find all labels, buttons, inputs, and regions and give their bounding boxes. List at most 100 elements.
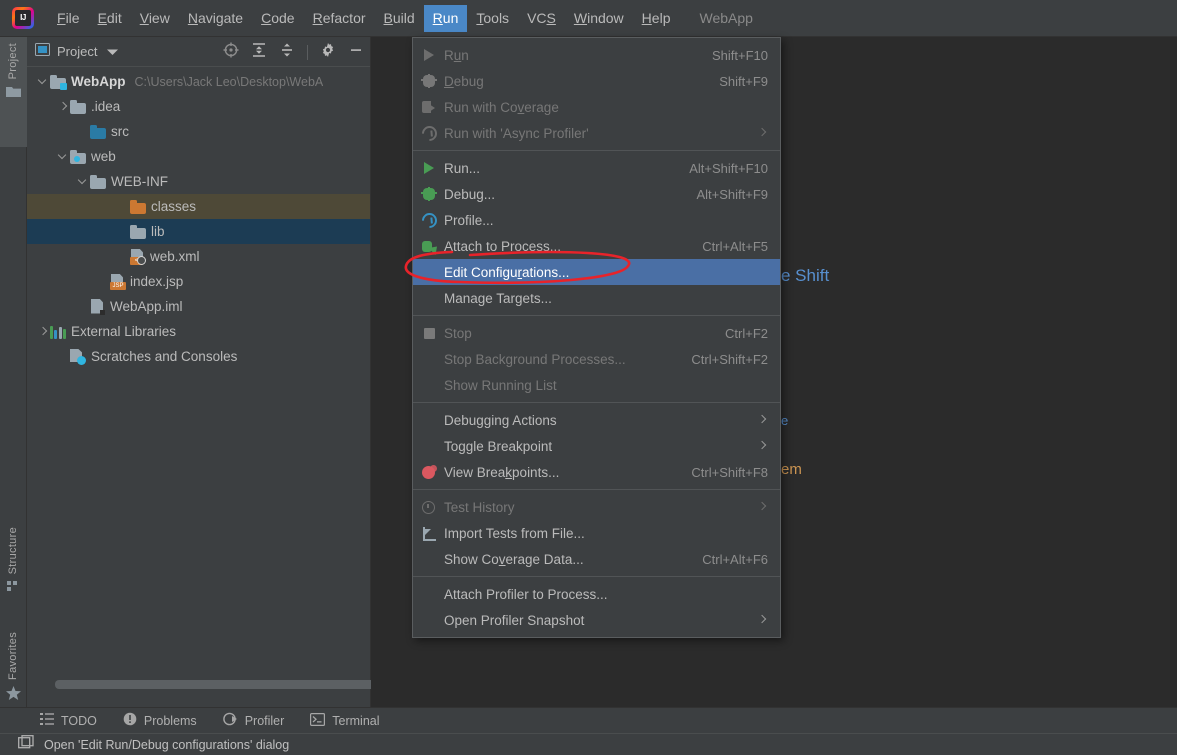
tree-item-webapp-iml[interactable]: WebApp.iml [27, 294, 370, 319]
folder-grey-icon [70, 99, 86, 114]
menu-item-debug[interactable]: Debug... Alt+Shift+F9 [413, 181, 780, 207]
hide-panel-icon[interactable] [348, 42, 364, 63]
editor-text-fragment: e Shift [781, 266, 830, 285]
menu-bar-item-vcs[interactable]: VCS [518, 5, 565, 32]
dialog-window-icon [18, 735, 34, 754]
submenu-chevron-right-icon [758, 441, 768, 451]
menu-item-open-profiler-snapshot[interactable]: Open Profiler Snapshot [413, 607, 780, 633]
debug-bug-icon-disabled [421, 73, 437, 89]
menu-item-stop-background-processes: Stop Background Processes... Ctrl+Shift+F… [413, 346, 780, 372]
expand-all-icon[interactable] [251, 42, 267, 63]
debug-bug-icon [421, 186, 437, 202]
status-bar: Open 'Edit Run/Debug configurations' dia… [0, 733, 1177, 755]
bottom-item-profiler[interactable]: Profiler [222, 712, 284, 729]
bottom-item-todo-label: TODO [61, 713, 97, 728]
menu-bar-item-file[interactable]: File [48, 5, 89, 32]
menu-bar-item-navigate[interactable]: Navigate [179, 5, 252, 32]
menu-bar-item-run[interactable]: Run [423, 4, 468, 32]
tree-item-classes[interactable]: classes [27, 194, 370, 219]
menu-item-edit-configurations[interactable]: Edit Configurations... [413, 259, 780, 285]
menu-bar-item-view[interactable]: View [131, 5, 179, 32]
iml-file-icon [90, 298, 105, 315]
tree-item-web[interactable]: web [27, 144, 370, 169]
project-file-tree[interactable]: WebApp C:\Users\Jack Leo\Desktop\WebA .ide… [27, 69, 370, 369]
menu-item-attach-profiler-to-process[interactable]: Attach Profiler to Process... [413, 581, 780, 607]
tree-item-web-inf[interactable]: WEB-INF [27, 169, 370, 194]
bottom-item-terminal[interactable]: Terminal [310, 712, 380, 729]
problems-warning-icon [123, 712, 137, 729]
menu-item-manage-targets[interactable]: Manage Targets... [413, 285, 780, 311]
terminal-icon [310, 712, 326, 729]
menu-item-label: Manage Targets... [444, 290, 552, 306]
menu-bar-item-edit[interactable]: Edit [89, 5, 131, 32]
tool-button-project[interactable]: Project [0, 37, 27, 147]
tree-item-scratches-and-consoles[interactable]: Scratches and Consoles [27, 344, 370, 369]
run-menu-dropdown[interactable]: Run Shift+F10 Debug Shift+F9 Run with Covera… [412, 37, 781, 638]
chevron-down-icon[interactable] [57, 150, 70, 163]
menu-item-toggle-breakpoint[interactable]: Toggle Breakpoint [413, 433, 780, 459]
tree-item-label: WEB-INF [111, 174, 168, 189]
chevron-down-icon[interactable] [37, 75, 50, 88]
tree-item-external-libraries[interactable]: External Libraries [27, 319, 370, 344]
tree-item-web-xml[interactable]: < web.xml [27, 244, 370, 269]
submenu-chevron-right-icon [758, 415, 768, 425]
chevron-right-icon[interactable] [37, 325, 50, 338]
menu-item-profile[interactable]: Profile... [413, 207, 780, 233]
menu-item-view-breakpoints[interactable]: View Breakpoints... Ctrl+Shift+F8 [413, 459, 780, 485]
tree-item-index-jsp[interactable]: JSP index.jsp [27, 269, 370, 294]
menu-item-label: Run with 'Async Profiler' [444, 125, 589, 141]
submenu-chevron-right-icon [758, 615, 768, 625]
menu-item-show-coverage-data[interactable]: Show Coverage Data... Ctrl+Alt+F6 [413, 546, 780, 572]
bottom-item-todo[interactable]: TODO [40, 713, 97, 728]
menu-item-shortcut: Ctrl+F2 [725, 325, 768, 341]
menu-item-shortcut: Alt+Shift+F9 [696, 186, 768, 202]
tree-item-lib[interactable]: lib [27, 219, 370, 244]
chevron-down-icon[interactable] [77, 175, 90, 188]
todo-list-icon [40, 713, 54, 728]
chevron-right-icon[interactable] [57, 100, 70, 113]
menu-item-run-with-async-profiler: Run with 'Async Profiler' [413, 120, 780, 146]
menu-bar-item-build[interactable]: Build [375, 5, 424, 32]
menu-item-label: Run... [444, 160, 481, 176]
menu-bar-item-refactor[interactable]: Refactor [304, 5, 375, 32]
tree-item-src[interactable]: src [27, 119, 370, 144]
menu-item-attach-to-process[interactable]: Attach to Process... Ctrl+Alt+F5 [413, 233, 780, 259]
menu-item-run[interactable]: Run... Alt+Shift+F10 [413, 155, 780, 181]
menu-bar-item-code[interactable]: Code [252, 5, 303, 32]
menu-item-shortcut: Ctrl+Shift+F8 [691, 464, 768, 480]
main-menu-bar: FileEditViewNavigateCodeRefactorBuildRun… [0, 0, 1177, 37]
submenu-chevron-right-icon [758, 502, 768, 512]
import-tests-icon [421, 525, 437, 541]
tree-item-idea[interactable]: .idea [27, 94, 370, 119]
menu-bar-item-tools[interactable]: Tools [467, 5, 518, 32]
menu-item-shortcut: Shift+F9 [719, 73, 768, 89]
menu-item-label: Import Tests from File... [444, 525, 585, 541]
settings-gear-icon[interactable] [320, 42, 336, 63]
collapse-all-icon[interactable] [279, 42, 295, 63]
locate-target-icon[interactable] [223, 42, 239, 63]
bottom-item-problems[interactable]: Problems [123, 712, 197, 729]
chevron-down-icon[interactable] [107, 43, 119, 61]
profiler-icon [222, 712, 238, 729]
menu-bar-item-window[interactable]: Window [565, 5, 633, 32]
menu-bar-item-help[interactable]: Help [633, 5, 680, 32]
menu-item-import-tests-from-file[interactable]: Import Tests from File... [413, 520, 780, 546]
menu-item-label: Show Running List [444, 377, 557, 393]
menu-bar-items: File Edit View Navigate Code Refactor Build Run… [48, 4, 680, 32]
menu-item-label: Run [444, 47, 469, 63]
menu-item-shortcut: Ctrl+Alt+F5 [702, 238, 768, 254]
scrollbar-thumb[interactable] [55, 680, 377, 689]
project-tree-horizontal-scrollbar[interactable] [55, 680, 377, 689]
menu-item-debugging-actions[interactable]: Debugging Actions [413, 407, 780, 433]
tool-button-structure[interactable]: Structure [0, 527, 27, 617]
menu-item-label: Test History [444, 499, 515, 515]
tree-item-path: C:\Users\Jack Leo\Desktop\WebA [134, 74, 324, 89]
tree-item-label: web.xml [150, 249, 200, 264]
menu-item-label: Stop Background Processes... [444, 351, 626, 367]
tree-item-webapp[interactable]: WebApp C:\Users\Jack Leo\Desktop\WebA [27, 69, 370, 94]
